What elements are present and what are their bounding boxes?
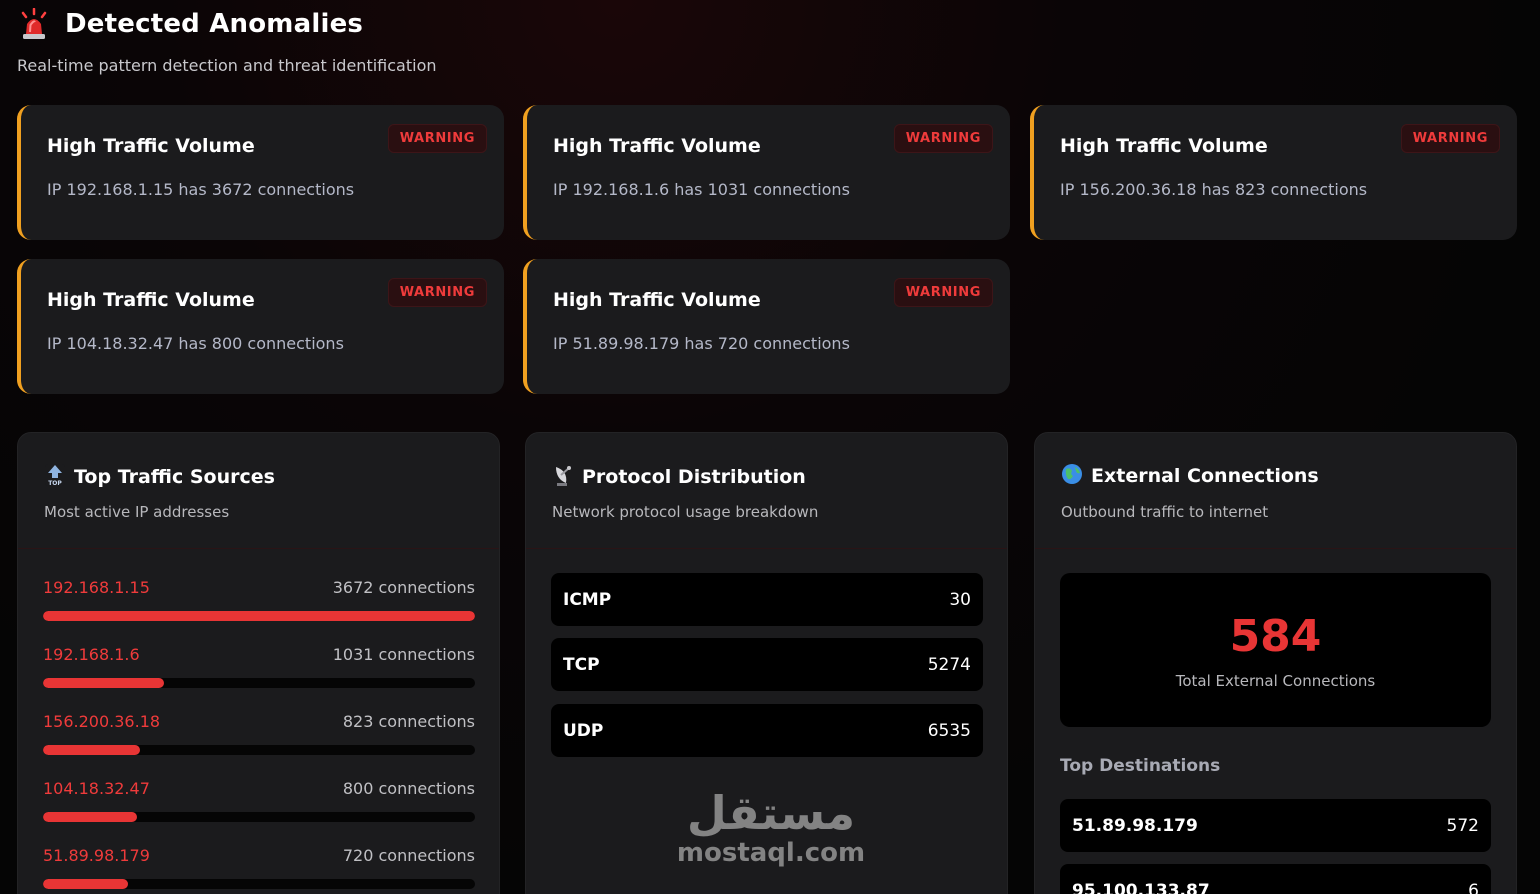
warning-badge: WARNING (387, 124, 487, 153)
panel-subtitle: Most active IP addresses (44, 503, 230, 521)
page-subtitle: Real-time pattern detection and threat i… (17, 56, 437, 75)
protocol-row: ICMP 30 (551, 573, 983, 626)
traffic-source-line: 192.168.1.6 1031 connections (43, 645, 475, 664)
traffic-source-count: 3672 connections (332, 578, 475, 597)
anomaly-description: IP 192.168.1.15 has 3672 connections (47, 180, 355, 199)
panel-subtitle: Outbound traffic to internet (1061, 503, 1269, 521)
traffic-bar-fill (43, 812, 138, 822)
traffic-source-line: 192.168.1.15 3672 connections (43, 578, 475, 597)
traffic-source-ip: 51.89.98.179 (43, 846, 150, 865)
siren-icon (17, 7, 51, 41)
watermark-logo: مستقل mostaql.com (676, 790, 866, 868)
traffic-source-row: 192.168.1.15 3672 connections (43, 578, 475, 621)
anomaly-description: IP 104.18.32.47 has 800 connections (47, 334, 344, 353)
panel-header: Protocol Distribution Network protocol u… (526, 433, 1007, 549)
svg-text:TOP: TOP (48, 480, 62, 487)
traffic-bar-fill (43, 879, 128, 889)
destination-row: 95.100.133.87 6 (1060, 864, 1491, 894)
destination-ip: 95.100.133.87 (1072, 880, 1210, 894)
traffic-source-line: 104.18.32.47 800 connections (43, 779, 475, 798)
panel-title: Protocol Distribution (582, 466, 806, 488)
traffic-source-count: 720 connections (342, 846, 475, 865)
traffic-bar-fill (43, 745, 140, 755)
panel-subtitle: Network protocol usage breakdown (552, 503, 819, 521)
page-title: Detected Anomalies (65, 9, 364, 39)
protocol-value: 6535 (927, 720, 971, 741)
traffic-source-ip: 192.168.1.6 (43, 645, 140, 664)
panel-header: External Connections Outbound traffic to… (1035, 433, 1516, 549)
destination-value: 6 (1468, 880, 1479, 894)
protocol-value: 30 (949, 589, 971, 610)
traffic-bar-track (43, 812, 475, 822)
protocol-value: 5274 (927, 654, 971, 675)
anomaly-title: High Traffic Volume (47, 135, 255, 157)
panel-title: External Connections (1091, 465, 1319, 487)
panel-title: Top Traffic Sources (74, 466, 275, 488)
warning-badge: WARNING (893, 124, 993, 153)
external-connections-panel: External Connections Outbound traffic to… (1034, 432, 1517, 894)
traffic-source-count: 1031 connections (332, 645, 475, 664)
panel-header: TOP Top Traffic Sources Most active IP a… (18, 433, 499, 549)
top-arrow-icon: TOP (44, 463, 66, 491)
anomaly-title: High Traffic Volume (47, 289, 255, 311)
anomaly-description: IP 156.200.36.18 has 823 connections (1060, 180, 1368, 199)
warning-badge: WARNING (387, 278, 487, 307)
watermark-arabic-text: مستقل (686, 786, 856, 840)
watermark-latin-text: mostaql.com (676, 838, 866, 868)
traffic-source-row: 156.200.36.18 823 connections (43, 712, 475, 755)
traffic-source-line: 51.89.98.179 720 connections (43, 846, 475, 865)
globe-icon (1061, 463, 1083, 489)
top-destinations-heading: Top Destinations (1060, 756, 1221, 776)
external-total-label: Total External Connections (1175, 672, 1376, 690)
destination-ip: 51.89.98.179 (1072, 815, 1198, 836)
traffic-bar-track (43, 611, 475, 621)
warning-badge: WARNING (893, 278, 993, 307)
anomaly-card[interactable]: High Traffic Volume IP 192.168.1.15 has … (17, 105, 504, 240)
traffic-source-row: 104.18.32.47 800 connections (43, 779, 475, 822)
protocol-name: UDP (563, 720, 604, 741)
warning-badge: WARNING (1400, 124, 1500, 153)
traffic-bar-track (43, 745, 475, 755)
anomaly-description: IP 51.89.98.179 has 720 connections (553, 334, 850, 353)
traffic-bar-fill (43, 678, 165, 688)
page-header: Detected Anomalies Real-time pattern det… (17, 6, 437, 75)
traffic-source-ip: 156.200.36.18 (43, 712, 161, 731)
traffic-source-row: 192.168.1.6 1031 connections (43, 645, 475, 688)
external-total-value: 584 (1229, 611, 1322, 662)
anomaly-card[interactable]: High Traffic Volume IP 51.89.98.179 has … (523, 259, 1010, 394)
traffic-bar-track (43, 678, 475, 688)
satellite-dish-icon (552, 463, 574, 491)
anomaly-title: High Traffic Volume (553, 289, 761, 311)
protocol-row: TCP 5274 (551, 638, 983, 691)
anomaly-title: High Traffic Volume (553, 135, 761, 157)
protocol-name: ICMP (563, 589, 612, 610)
external-total-box: 584 Total External Connections (1060, 573, 1491, 727)
anomaly-description: IP 192.168.1.6 has 1031 connections (553, 180, 850, 199)
traffic-source-ip: 104.18.32.47 (43, 779, 150, 798)
protocol-name: TCP (563, 654, 600, 675)
top-traffic-sources-panel: TOP Top Traffic Sources Most active IP a… (17, 432, 500, 894)
traffic-bar-track (43, 879, 475, 889)
anomaly-card[interactable]: High Traffic Volume IP 104.18.32.47 has … (17, 259, 504, 394)
traffic-bar-fill (43, 611, 475, 621)
anomaly-card[interactable]: High Traffic Volume IP 156.200.36.18 has… (1030, 105, 1517, 240)
anomaly-title: High Traffic Volume (1060, 135, 1268, 157)
destination-value: 572 (1446, 815, 1479, 836)
traffic-source-ip: 192.168.1.15 (43, 578, 150, 597)
protocol-row: UDP 6535 (551, 704, 983, 757)
traffic-source-line: 156.200.36.18 823 connections (43, 712, 475, 731)
anomaly-card[interactable]: High Traffic Volume IP 192.168.1.6 has 1… (523, 105, 1010, 240)
traffic-source-count: 823 connections (342, 712, 475, 731)
traffic-source-row: 51.89.98.179 720 connections (43, 846, 475, 889)
destination-row: 51.89.98.179 572 (1060, 799, 1491, 852)
traffic-source-count: 800 connections (342, 779, 475, 798)
